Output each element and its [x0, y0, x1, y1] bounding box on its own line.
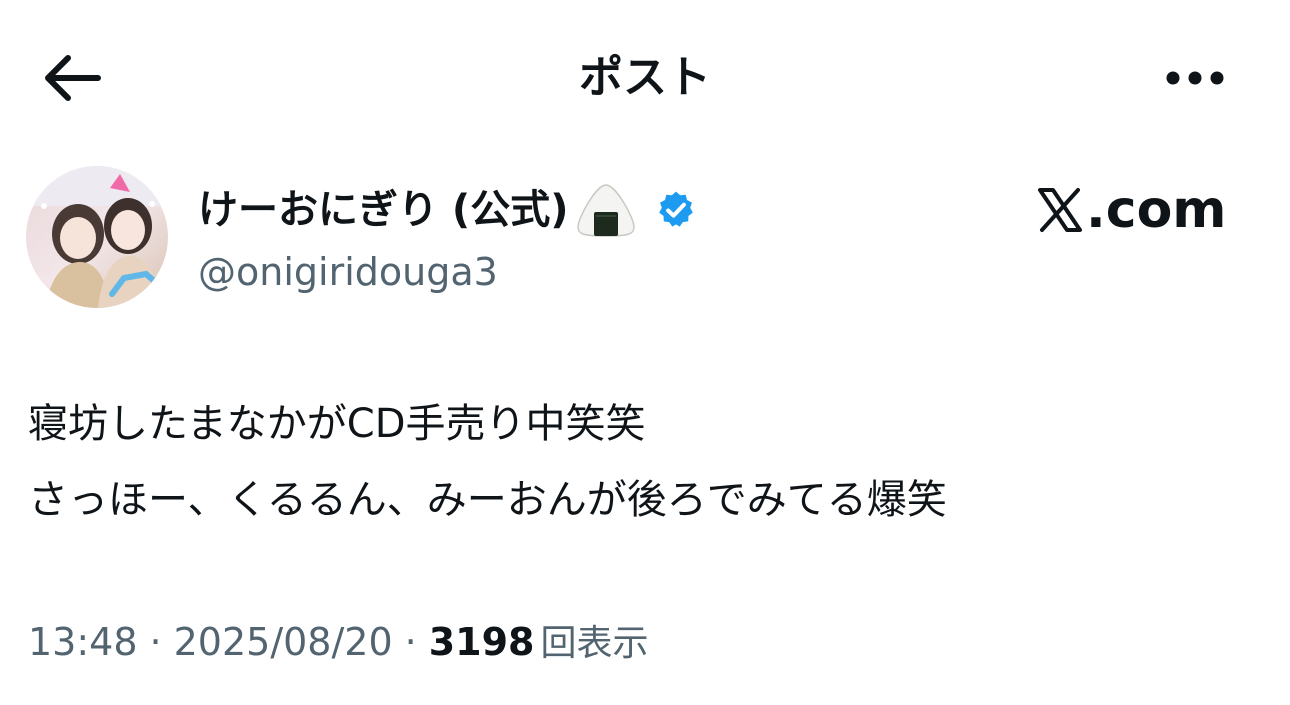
top-bar: ポスト	[0, 0, 1290, 150]
x-logo-icon	[1038, 188, 1082, 232]
avatar[interactable]	[26, 166, 168, 308]
tweet-time[interactable]: 13:48	[28, 612, 138, 672]
author-name-row[interactable]: けーおにぎり (公式)	[198, 180, 697, 240]
views-count[interactable]: 3198	[429, 612, 535, 672]
x-com-text: .com	[1086, 180, 1227, 240]
author-handle[interactable]: @onigiridouga3	[198, 244, 498, 300]
tweet-date[interactable]: 2025/08/20	[174, 612, 393, 672]
tweet-line: さっほー、くるるん、みーおんが後ろでみてる爆笑	[28, 477, 947, 523]
avatar-photo	[26, 166, 168, 308]
page-title: ポスト	[579, 52, 711, 103]
meta-separator: ·	[404, 620, 417, 664]
meta-separator: ·	[149, 620, 162, 664]
display-name[interactable]: けーおにぎり (公式)	[198, 180, 569, 240]
verified-badge-icon	[658, 191, 693, 227]
ellipsis-icon	[1166, 71, 1224, 85]
views-label: 回表示	[540, 623, 649, 664]
tweet-line: 寝坊したまなかがCD手売り中笑笑	[28, 401, 646, 447]
x-com-watermark: .com	[1036, 180, 1227, 240]
more-options-button[interactable]	[1160, 58, 1230, 98]
onigiri-emoji	[576, 184, 635, 237]
tweet-meta: 13:48 · 2025/08/20 · 3198 回表示	[28, 612, 649, 674]
tweet-text: 寝坊したまなかがCD手売り中笑笑 さっほー、くるるん、みーおんが後ろでみてる爆笑	[28, 386, 947, 538]
